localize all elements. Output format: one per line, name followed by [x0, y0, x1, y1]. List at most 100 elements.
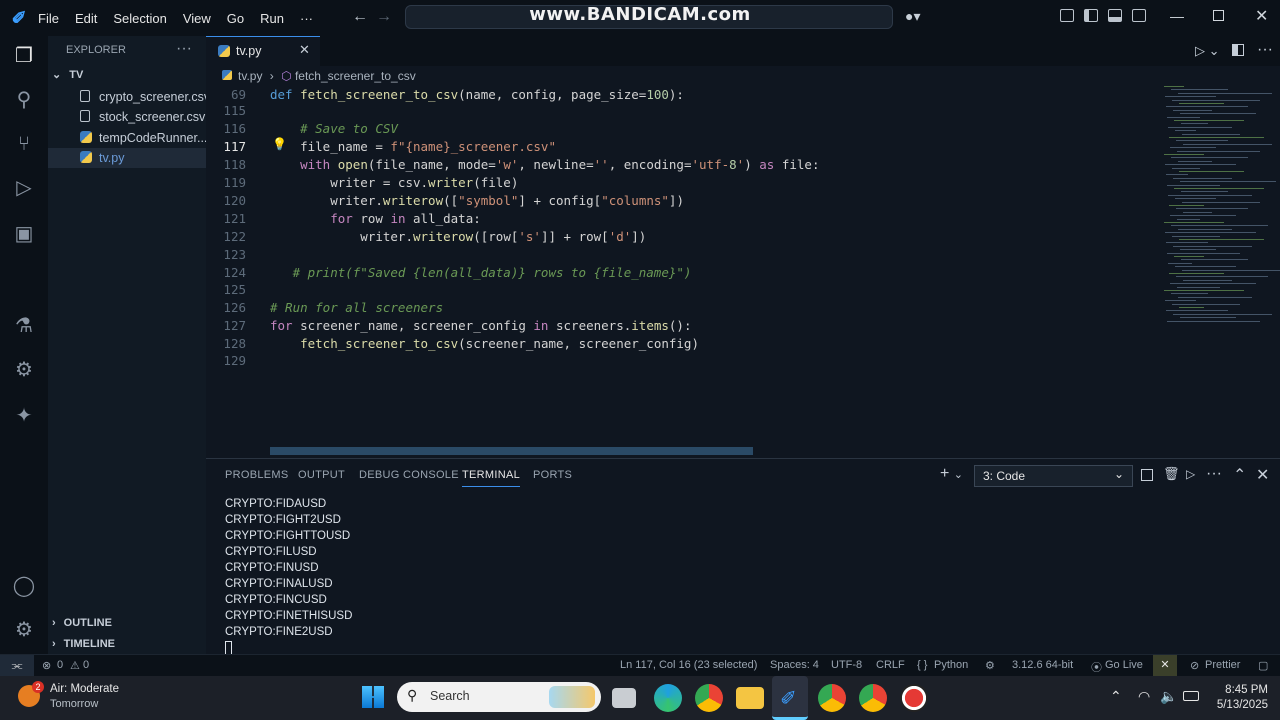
code-line[interactable]: 116 # Save to CSV — [206, 120, 1280, 138]
timeline-section[interactable]: › TIMELINE — [52, 638, 115, 650]
file-crypto-screener[interactable]: crypto_screener.csv — [48, 87, 206, 107]
clock-date[interactable]: 5/13/2025 — [1206, 699, 1268, 711]
split-terminal-icon[interactable] — [1141, 469, 1153, 481]
tab-debug-console[interactable]: DEBUG CONSOLE — [359, 469, 459, 481]
panel-more-icon[interactable]: ··· — [1206, 465, 1222, 483]
maximize-icon[interactable] — [1213, 10, 1224, 21]
language-mode[interactable]: Python — [934, 659, 968, 671]
back-arrow-icon[interactable]: ← — [352, 8, 368, 26]
remote-indicator[interactable]: ⫘ — [0, 655, 34, 677]
menu-file[interactable]: File — [38, 11, 59, 26]
code-line[interactable]: 119 writer = csv.writer(file) — [206, 174, 1280, 192]
close-tab-icon[interactable]: ✕ — [299, 42, 310, 58]
no-bell-icon[interactable]: ✕ — [1153, 655, 1177, 677]
customize-layout-icon[interactable] — [1060, 9, 1074, 22]
prettier[interactable]: Prettier — [1205, 659, 1240, 671]
new-terminal-icon[interactable]: + ⌄ — [940, 465, 963, 483]
minimap[interactable] — [1162, 86, 1280, 336]
code-line[interactable]: 118 with open(file_name, mode='w', newli… — [206, 156, 1280, 174]
encoding[interactable]: UTF-8 — [831, 659, 862, 671]
indentation[interactable]: Spaces: 4 — [770, 659, 819, 671]
code-line[interactable]: 125 — [206, 281, 1280, 299]
tab-terminal[interactable]: TERMINAL — [462, 469, 521, 487]
code-line[interactable]: 123 — [206, 246, 1280, 264]
testing-icon[interactable]: ⚗ — [12, 314, 36, 338]
lightbulb-icon[interactable]: 💡 — [272, 137, 287, 151]
menu-view[interactable]: View — [183, 11, 211, 26]
explorer-more-icon[interactable]: ··· — [176, 40, 192, 58]
interpreter[interactable]: 3.12.6 64-bit — [1012, 659, 1073, 671]
minimize-icon[interactable]: — — [1170, 8, 1184, 24]
toggle-secondary-sidebar-icon[interactable] — [1132, 9, 1146, 22]
menu-more[interactable]: ··· — [300, 11, 313, 26]
go-live[interactable]: Go Live — [1105, 659, 1143, 671]
tray-chevron-icon[interactable]: ⌃ — [1110, 688, 1122, 705]
outline-section[interactable]: › OUTLINE — [52, 617, 112, 629]
menu-go[interactable]: Go — [227, 11, 244, 26]
code-line[interactable]: 117 file_name = f"{name}_screener.csv" — [206, 138, 1280, 156]
battery-icon[interactable] — [1183, 691, 1199, 701]
editor-more-icon[interactable]: ··· — [1257, 41, 1273, 59]
code-line[interactable]: 124 # print(f"Saved {len(all_data)} rows… — [206, 264, 1280, 282]
remote-icon[interactable]: ⚙ — [12, 358, 36, 382]
chrome-icon[interactable] — [695, 684, 723, 712]
file-stock-screener[interactable]: stock_screener.csv — [48, 107, 206, 127]
chrome-profile-s-icon[interactable] — [859, 684, 887, 712]
weather-title[interactable]: Air: Moderate — [50, 683, 119, 695]
copilot-icon[interactable]: ●▾ — [905, 8, 920, 25]
horizontal-scrollbar[interactable] — [270, 447, 753, 455]
menu-selection[interactable]: Selection — [113, 11, 166, 26]
clock-time[interactable]: 8:45 PM — [1212, 684, 1268, 696]
extensions-icon[interactable]: ▣ — [12, 222, 36, 246]
menu-edit[interactable]: Edit — [75, 11, 97, 26]
explorer-icon[interactable]: ❐ — [12, 44, 36, 68]
toggle-sidebar-icon[interactable] — [1084, 9, 1098, 22]
error-count[interactable]: 0 — [57, 659, 63, 671]
code-line[interactable]: 120 writer.writerow(["symbol"] + config[… — [206, 192, 1280, 210]
close-panel-icon[interactable]: ✕ — [1256, 465, 1269, 485]
warning-count[interactable]: 0 — [83, 659, 89, 671]
tab-tv-py[interactable]: tv.py ✕ — [206, 36, 320, 66]
line-ending[interactable]: CRLF — [876, 659, 905, 671]
split-editor-icon[interactable] — [1232, 44, 1244, 56]
layout-icons[interactable] — [1060, 9, 1146, 22]
code-line[interactable]: 129 — [206, 352, 1280, 370]
terminal-select[interactable]: 3: Code ⌄ — [974, 465, 1133, 487]
volume-icon[interactable]: 🔈 — [1160, 688, 1177, 705]
menu-run[interactable]: Run — [260, 11, 284, 26]
file-tv-py[interactable]: tv.py — [48, 148, 206, 168]
kill-terminal-icon[interactable]: 🗑 — [1163, 466, 1180, 482]
code-line[interactable]: 127 for screener_name, screener_config in… — [206, 317, 1280, 335]
close-window-icon[interactable]: ✕ — [1255, 6, 1268, 26]
tab-output[interactable]: OUTPUT — [298, 469, 345, 481]
wifi-icon[interactable]: ◠ — [1138, 688, 1150, 705]
cursor-position[interactable]: Ln 117, Col 16 (23 selected) — [620, 659, 757, 671]
tab-ports[interactable]: PORTS — [533, 469, 572, 481]
copilot-chat-icon[interactable]: ✦ — [12, 404, 36, 428]
edge-icon[interactable] — [654, 684, 682, 712]
breadcrumb-file[interactable]: tv.py — [238, 69, 262, 83]
start-icon[interactable] — [362, 686, 384, 708]
maximize-panel-icon[interactable]: ⌃ — [1233, 465, 1246, 485]
warning-icon[interactable]: ⚠ — [70, 659, 80, 672]
forward-arrow-icon[interactable]: → — [376, 8, 392, 26]
search-icon[interactable]: ⚲ — [12, 88, 36, 112]
file-tempcoderunner[interactable]: tempCodeRunner... — [48, 128, 206, 148]
taskbar-search[interactable]: ⚲ Search — [397, 682, 601, 712]
code-line[interactable]: 126 # Run for all screeners — [206, 299, 1280, 317]
code-line[interactable]: 121 for row in all_data: — [206, 210, 1280, 228]
tab-problems[interactable]: PROBLEMS — [225, 469, 289, 481]
chrome-profile-a-icon[interactable] — [818, 684, 846, 712]
file-explorer-icon[interactable] — [736, 687, 764, 709]
bandicam-record-icon[interactable] — [900, 684, 928, 712]
run-icon[interactable]: ▷ — [1186, 467, 1195, 481]
task-view-icon[interactable] — [612, 688, 636, 708]
run-debug-icon[interactable]: ▷ — [12, 176, 36, 200]
notifications-icon[interactable]: ▢ — [1258, 659, 1268, 672]
code-line[interactable]: 115 — [206, 102, 1280, 120]
error-icon[interactable]: ⊗ — [42, 659, 51, 672]
folder-tv[interactable]: ⌄ TV — [52, 68, 206, 86]
settings-gear-icon[interactable]: ⚙ — [12, 618, 36, 642]
toggle-panel-icon[interactable] — [1108, 9, 1122, 22]
code-line[interactable]: 128 fetch_screener_to_csv(screener_name,… — [206, 335, 1280, 353]
